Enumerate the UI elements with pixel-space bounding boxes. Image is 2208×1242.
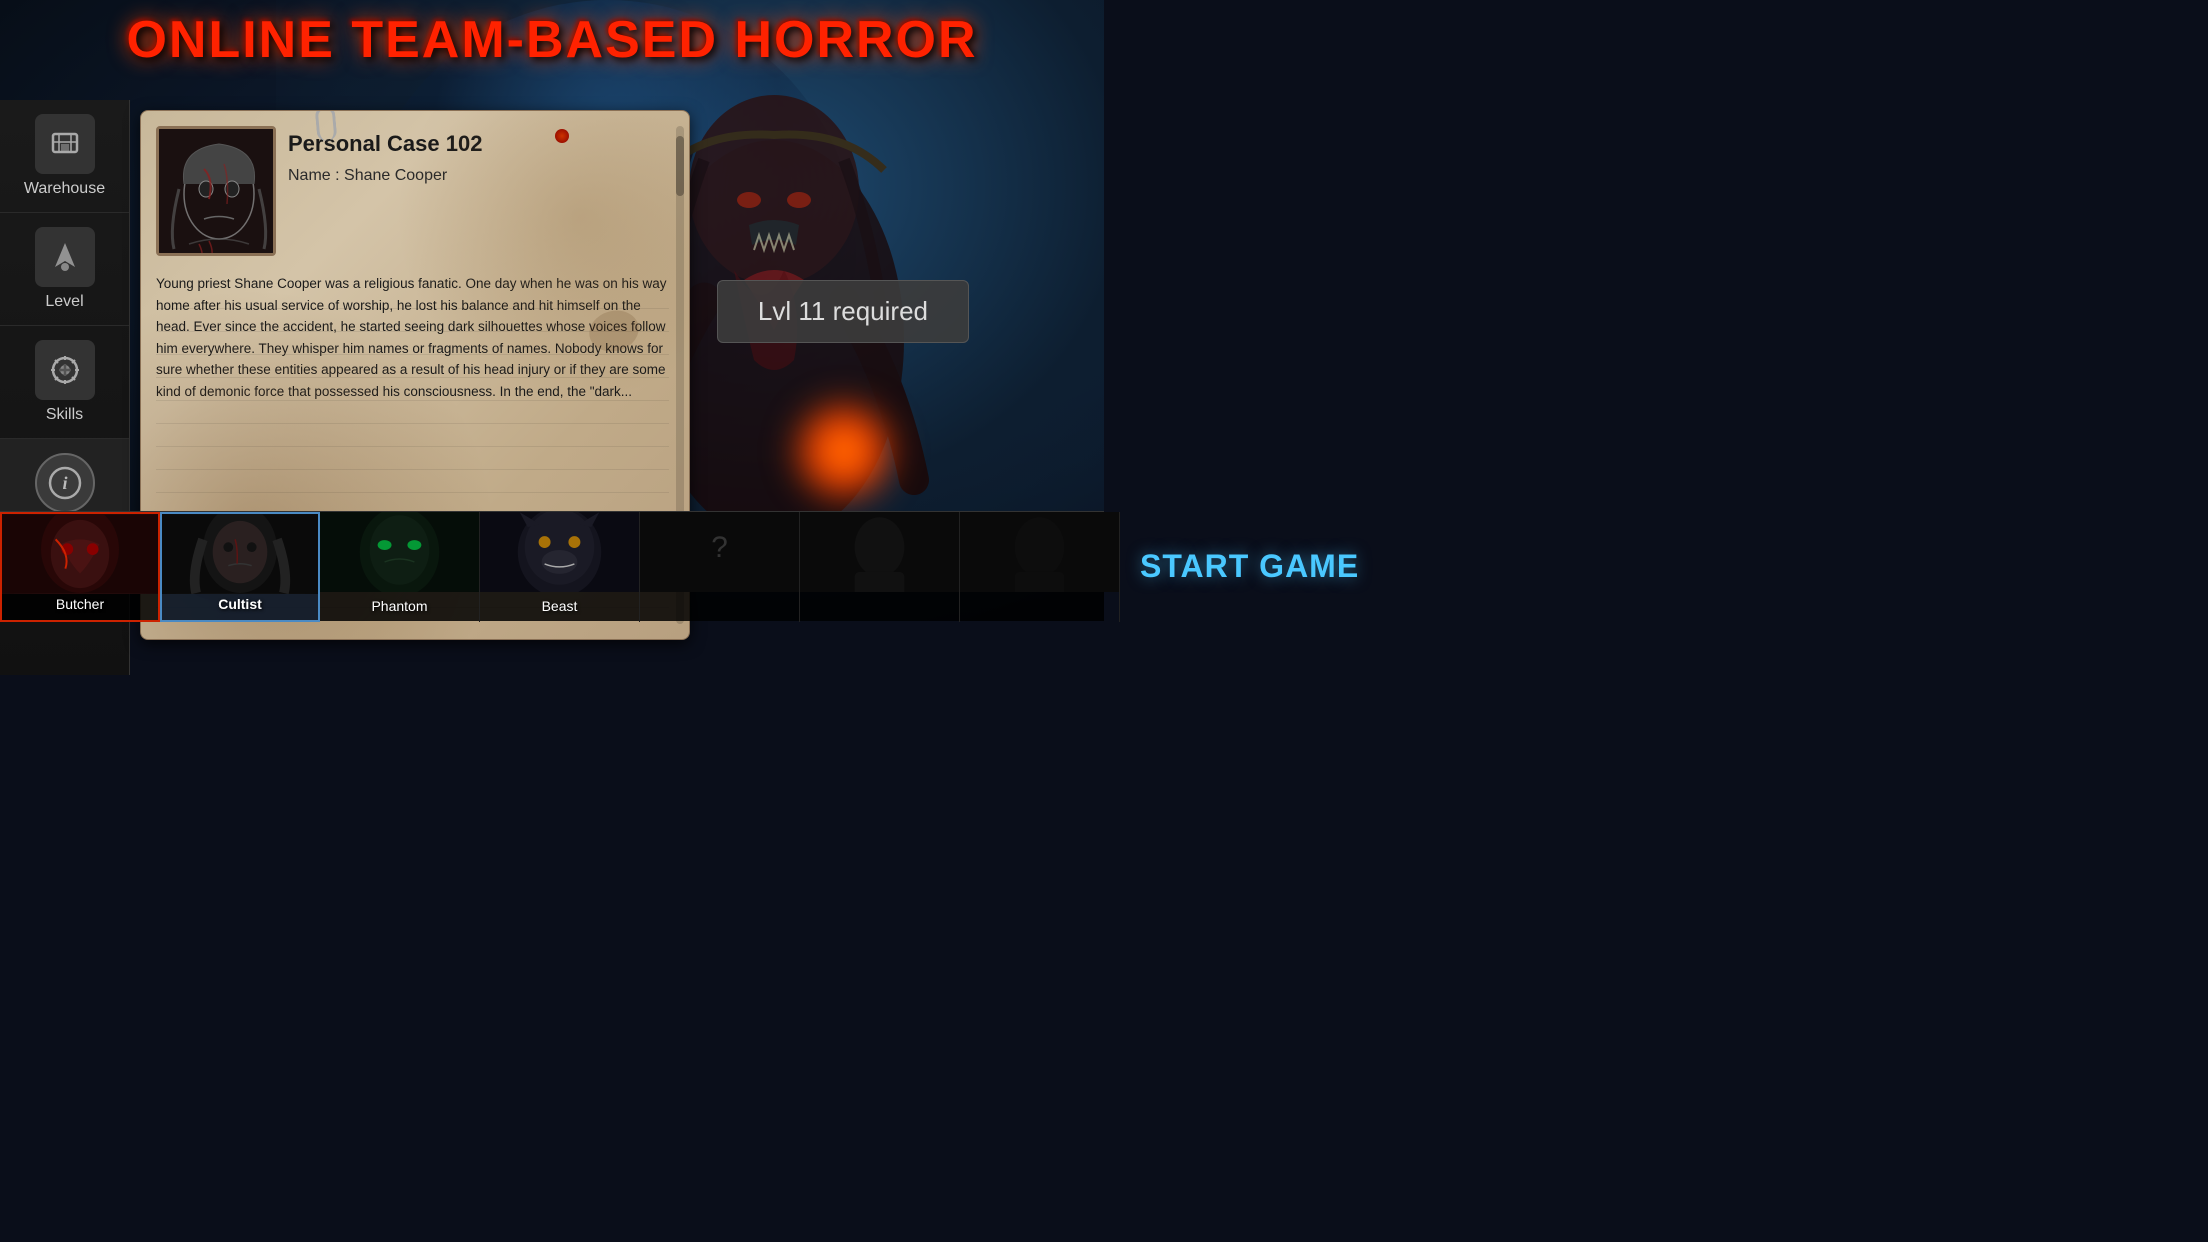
svg-text:i: i	[62, 473, 67, 493]
scroll-thumb[interactable]	[676, 136, 684, 196]
phantom-name: Phantom	[371, 598, 427, 614]
level-icon	[35, 227, 95, 287]
start-game-label: START GAME	[1140, 548, 1359, 584]
butcher-portrait	[2, 514, 158, 594]
blood-stain	[555, 129, 569, 143]
butcher-name: Butcher	[56, 596, 104, 612]
info-icon: i	[35, 453, 95, 513]
svg-text:?: ?	[711, 530, 728, 563]
photo-inner	[159, 129, 273, 253]
skills-icon	[35, 340, 95, 400]
fire-glow	[784, 391, 904, 511]
case-header: Personal Case 102 Name : Shane Cooper	[156, 126, 674, 256]
warehouse-icon	[35, 114, 95, 174]
cultist-portrait	[162, 514, 318, 594]
phantom-portrait	[320, 512, 479, 592]
sidebar-item-level[interactable]: Level	[0, 213, 129, 326]
cultist-name: Cultist	[218, 596, 262, 612]
warehouse-label: Warehouse	[24, 180, 105, 198]
character-slot-phantom[interactable]: Phantom	[320, 512, 480, 622]
character-slot-beast[interactable]: Beast	[480, 512, 640, 622]
character-photo	[156, 126, 276, 256]
case-subject-name: Name : Shane Cooper	[288, 167, 674, 185]
skills-label: Skills	[46, 406, 83, 424]
character-bar: Butcher Cultist	[0, 511, 1104, 621]
case-body-text: Young priest Shane Cooper was a religiou…	[156, 268, 674, 408]
empty-portrait-1: ?	[640, 512, 799, 592]
beast-portrait	[480, 512, 639, 592]
page-title: ONLINE TEAM-BASED HORROR	[0, 10, 1104, 70]
case-title: Personal Case 102	[288, 131, 674, 157]
character-slot-empty-3[interactable]	[960, 512, 1120, 622]
empty-portrait-2	[800, 512, 959, 592]
paperclip-decoration	[315, 110, 338, 142]
case-title-area: Personal Case 102 Name : Shane Cooper	[288, 126, 674, 185]
beast-name: Beast	[542, 598, 578, 614]
sidebar-item-skills[interactable]: Skills	[0, 326, 129, 439]
level-required-text: Lvl 11 required	[758, 296, 928, 326]
level-required-banner: Lvl 11 required	[717, 280, 969, 343]
character-slot-cultist[interactable]: Cultist	[160, 512, 320, 622]
character-slot-butcher[interactable]: Butcher	[0, 512, 160, 622]
start-game-button[interactable]: START GAME	[1120, 548, 1379, 585]
character-slot-empty-1[interactable]: ?	[640, 512, 800, 622]
level-label: Level	[45, 293, 83, 311]
character-slot-empty-2[interactable]	[800, 512, 960, 622]
empty-portrait-3	[960, 512, 1119, 592]
sidebar-item-warehouse[interactable]: Warehouse	[0, 100, 129, 213]
